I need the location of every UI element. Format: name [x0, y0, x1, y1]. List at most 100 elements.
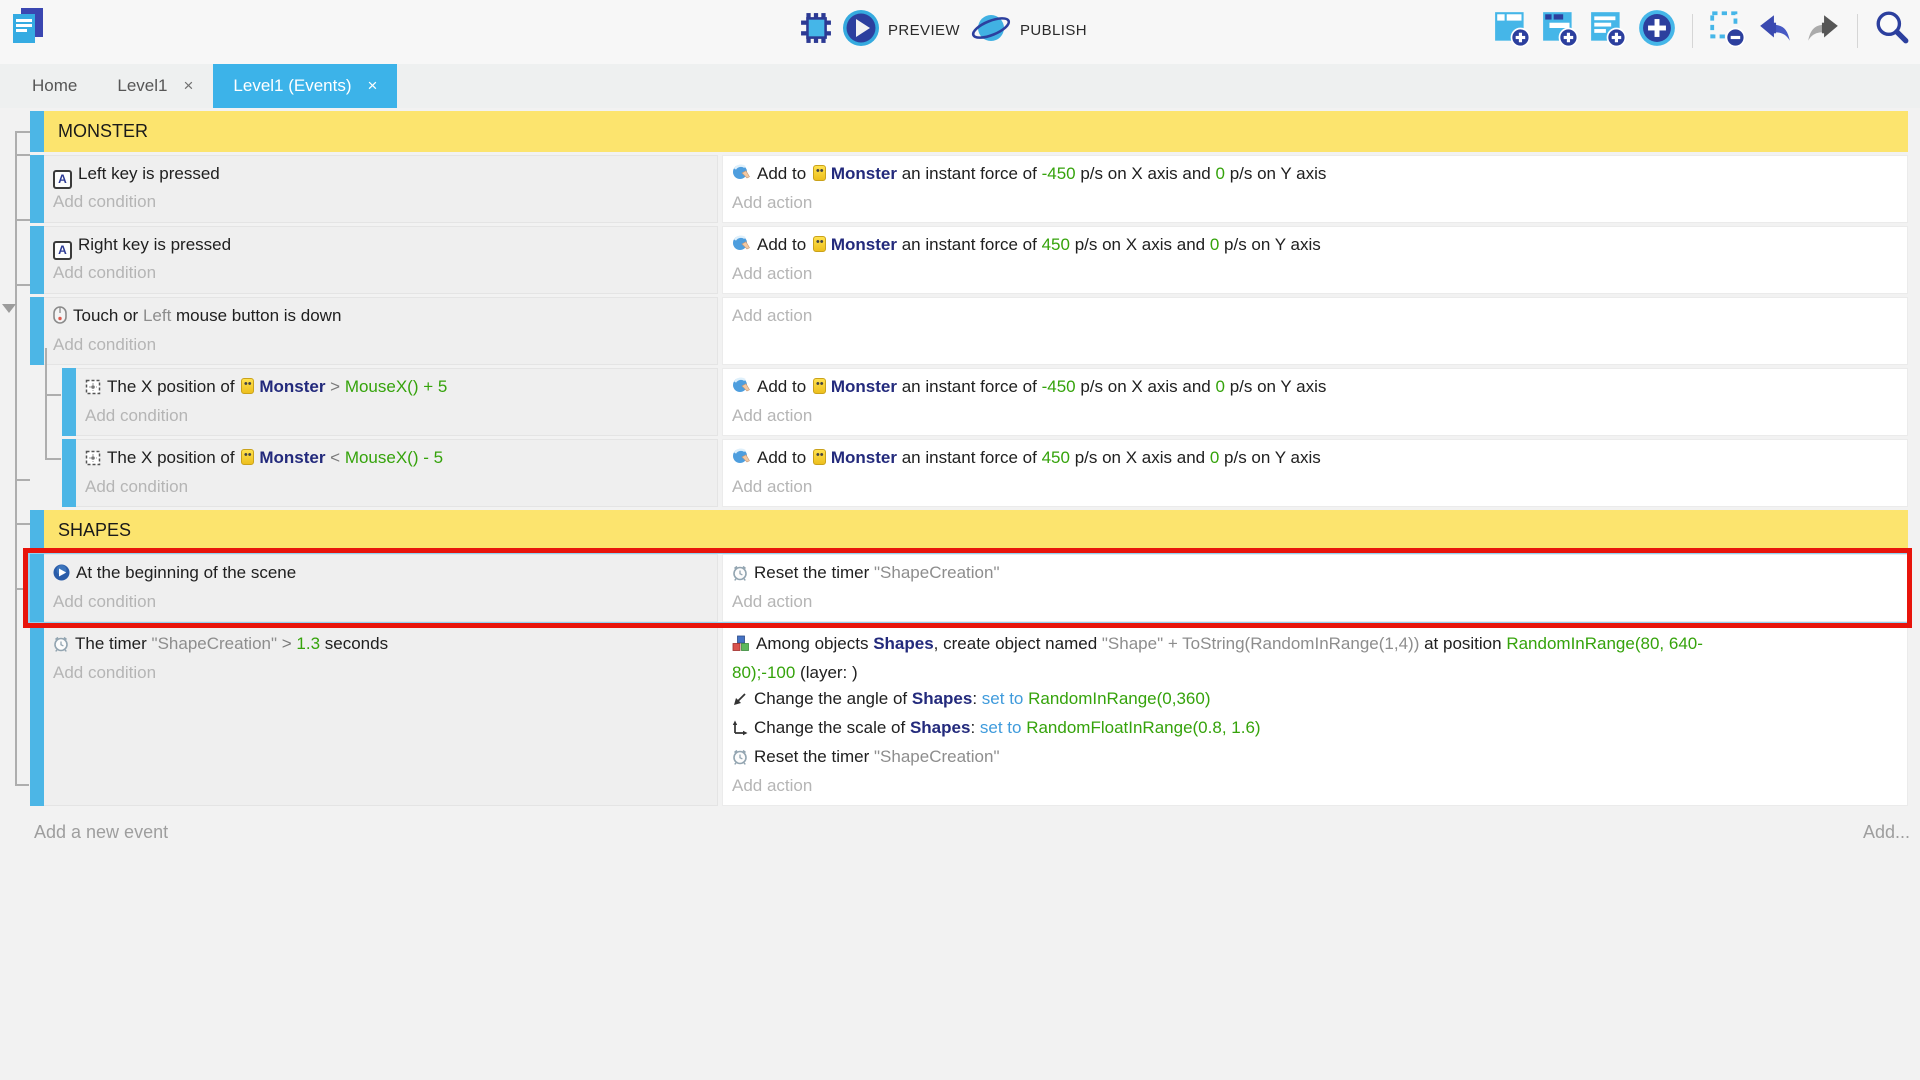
event-drag-bar[interactable] — [30, 111, 44, 152]
create-object-icon — [732, 634, 750, 660]
add-action-button[interactable]: Add action — [732, 303, 1898, 329]
preview-button[interactable]: PREVIEW — [842, 9, 960, 52]
force-icon — [732, 448, 751, 474]
add-subevent-button[interactable] — [1542, 9, 1578, 52]
subevent-row-xpos-lt: The X position of Monster < MouseX() - 5… — [62, 439, 1908, 507]
group-header-shapes[interactable]: SHAPES — [44, 510, 1908, 551]
close-icon[interactable]: × — [368, 76, 378, 96]
undo-icon — [1757, 10, 1793, 51]
events-footer: Add a new event Add... — [34, 822, 1914, 843]
tree-tick — [16, 154, 30, 156]
search-button[interactable] — [1874, 10, 1910, 51]
redo-button[interactable] — [1805, 10, 1841, 51]
group-row-shapes: SHAPES — [30, 510, 1908, 551]
group-header-monster[interactable]: MONSTER — [44, 111, 1908, 152]
event-drag-bar[interactable] — [30, 155, 44, 223]
add-circle-button[interactable] — [1638, 9, 1676, 52]
tree-tick — [46, 458, 61, 460]
tree-tick — [16, 219, 30, 221]
tree-tick — [16, 523, 30, 525]
debug-icon — [800, 12, 832, 49]
action-line[interactable]: Reset the timer "ShapeCreation" — [732, 560, 1898, 589]
action-line-reset-timer[interactable]: Reset the timer "ShapeCreation" — [732, 744, 1898, 773]
tree-line-sub — [45, 348, 47, 460]
events-sheet: MONSTER ALeft key is pressed Add conditi… — [0, 108, 1920, 1080]
condition-line[interactable]: ARight key is pressed — [53, 232, 708, 260]
keyboard-icon: A — [53, 170, 72, 189]
preview-icon — [842, 9, 880, 52]
action-line[interactable]: Add to Monster an instant force of -450 … — [732, 374, 1898, 403]
event-drag-bar[interactable] — [30, 226, 44, 294]
add-comment-icon — [1590, 9, 1626, 52]
action-line-angle[interactable]: Change the angle of Shapes: set to Rando… — [732, 686, 1898, 715]
event-row-left-key: ALeft key is pressed Add condition Add t… — [30, 155, 1908, 223]
add-circle-icon — [1638, 9, 1676, 52]
event-row-timer: The timer "ShapeCreation" > 1.3 seconds … — [30, 625, 1908, 806]
tab-label: Level1 — [117, 76, 167, 96]
tab-level1[interactable]: Level1 × — [97, 64, 213, 108]
main-toolbar: PREVIEW PUBLISH — [0, 0, 1920, 64]
add-action-button[interactable]: Add action — [732, 261, 1898, 287]
condition-line[interactable]: The timer "ShapeCreation" > 1.3 seconds — [53, 631, 708, 660]
add-action-button[interactable]: Add action — [732, 589, 1898, 615]
event-drag-bar[interactable] — [30, 510, 44, 551]
action-line[interactable]: Add to Monster an instant force of 450 p… — [732, 232, 1898, 261]
action-line-scale[interactable]: Change the scale of Shapes: set to Rando… — [732, 715, 1898, 744]
event-drag-bar[interactable] — [30, 625, 44, 806]
force-icon — [732, 164, 751, 190]
delete-selection-button[interactable] — [1709, 9, 1745, 52]
timer-icon — [732, 747, 748, 773]
publish-button[interactable]: PUBLISH — [970, 9, 1087, 52]
add-new-event-button[interactable]: Add a new event — [34, 822, 168, 842]
event-drag-bar[interactable] — [62, 439, 76, 507]
keyboard-icon: A — [53, 241, 72, 260]
add-condition-button[interactable]: Add condition — [53, 332, 708, 358]
add-more-button[interactable]: Add... — [1863, 822, 1910, 843]
subevent-row-xpos-gt: The X position of Monster > MouseX() + 5… — [62, 368, 1908, 436]
event-drag-bar[interactable] — [30, 554, 44, 622]
add-action-button[interactable]: Add action — [732, 190, 1898, 216]
condition-line[interactable]: ALeft key is pressed — [53, 161, 708, 189]
tree-tick — [16, 131, 30, 133]
app-menu-button[interactable] — [10, 6, 46, 51]
condition-line[interactable]: At the beginning of the scene — [53, 560, 708, 589]
add-comment-button[interactable] — [1590, 9, 1626, 52]
condition-line[interactable]: The X position of Monster < MouseX() - 5 — [85, 445, 708, 474]
action-line[interactable]: Add to Monster an instant force of -450 … — [732, 161, 1898, 190]
debug-button[interactable] — [800, 12, 832, 49]
action-line-create[interactable]: Among objects Shapes, create object name… — [732, 631, 1898, 660]
tab-home[interactable]: Home — [12, 64, 97, 108]
condition-line[interactable]: Touch or Left mouse button is down — [53, 303, 708, 332]
preview-label: PREVIEW — [888, 22, 960, 39]
add-condition-button[interactable]: Add condition — [53, 260, 708, 286]
add-condition-button[interactable]: Add condition — [85, 474, 708, 500]
tree-tick — [16, 588, 30, 590]
undo-button[interactable] — [1757, 10, 1793, 51]
timer-icon — [53, 634, 69, 660]
add-action-button[interactable]: Add action — [732, 773, 1898, 799]
add-event-button[interactable] — [1494, 9, 1530, 52]
redo-icon — [1805, 10, 1841, 51]
add-action-button[interactable]: Add action — [732, 403, 1898, 429]
tree-tick — [16, 784, 29, 786]
add-condition-button[interactable]: Add condition — [85, 403, 708, 429]
add-subevent-icon — [1542, 9, 1578, 52]
action-line-create-wrap[interactable]: 80);-100 (layer: ) — [732, 660, 1898, 686]
tree-tick — [16, 479, 30, 481]
close-icon[interactable]: × — [183, 76, 193, 96]
action-line[interactable]: Add to Monster an instant force of 450 p… — [732, 445, 1898, 474]
add-condition-button[interactable]: Add condition — [53, 660, 708, 686]
add-condition-button[interactable]: Add condition — [53, 189, 708, 215]
event-drag-bar[interactable] — [62, 368, 76, 436]
group-row-monster: MONSTER — [30, 111, 1908, 152]
timer-icon — [732, 563, 748, 589]
tab-level1-events[interactable]: Level1 (Events) × — [213, 64, 397, 108]
add-condition-button[interactable]: Add condition — [53, 589, 708, 615]
event-drag-bar[interactable] — [30, 297, 44, 365]
add-action-button[interactable]: Add action — [732, 474, 1898, 500]
position-icon — [85, 448, 101, 474]
condition-line[interactable]: The X position of Monster > MouseX() + 5 — [85, 374, 708, 403]
highlighted-event-wrapper: At the beginning of the scene Add condit… — [30, 554, 1908, 622]
mouse-icon — [53, 306, 67, 332]
collapse-toggle-icon[interactable] — [2, 304, 16, 313]
